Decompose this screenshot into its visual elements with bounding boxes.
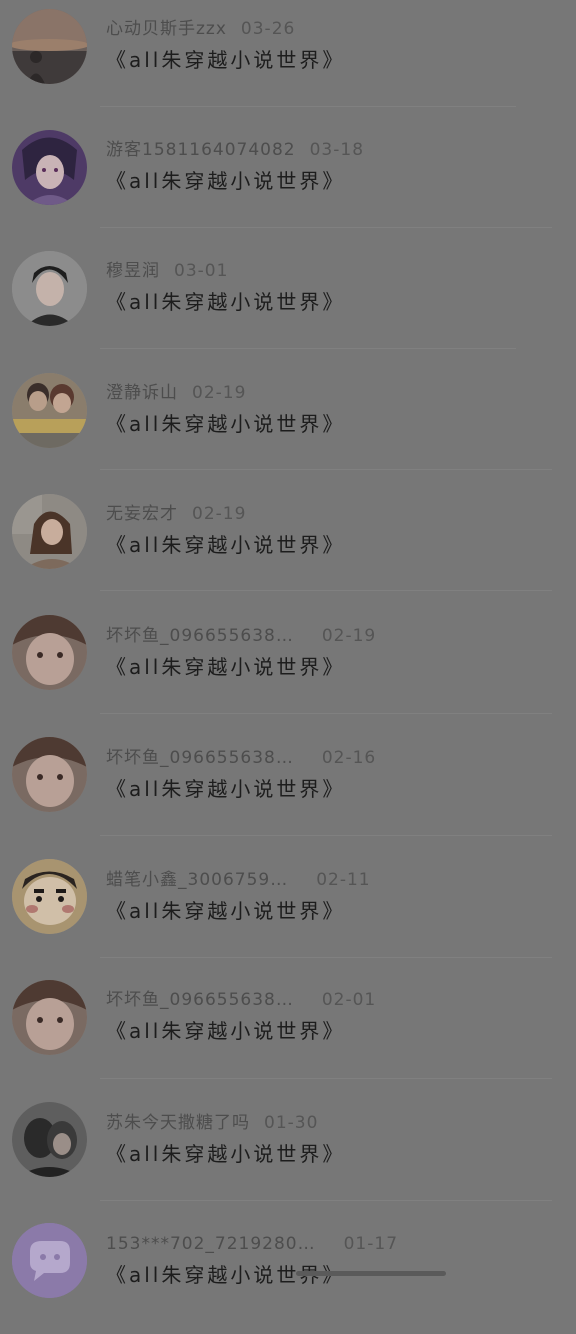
girl-portrait-avatar[interactable] [12,494,87,569]
girl-selfie-avatar[interactable] [12,615,87,690]
home-indicator[interactable] [296,1271,446,1276]
comment-meta: 蜡笔小鑫_3006759… 02-11 [106,865,371,895]
divider [100,469,552,470]
divider [100,713,552,714]
comment-date: 03-01 [174,261,229,281]
list-item[interactable]: 澄静诉山 02-19 《all朱穿越小说世界》 [0,363,576,484]
divider [100,835,552,836]
divider [100,590,552,591]
comment-title[interactable]: 《all朱穿越小说世界》 [106,284,345,320]
comment-meta: 坏坏鱼_096655638… 02-19 [106,621,376,651]
list-item[interactable]: 无妄宏才 02-19 《all朱穿越小说世界》 [0,484,576,605]
list-item[interactable]: 蜡笔小鑫_3006759… 02-11 《all朱穿越小说世界》 [0,849,576,970]
comment-meta: 坏坏鱼_096655638… 02-01 [106,985,376,1015]
comment-date: 03-26 [240,19,296,39]
list-item[interactable]: 游客1581164074082 03-18 《all朱穿越小说世界》 [0,121,576,242]
list-item[interactable]: 穆昱润 03-01 《all朱穿越小说世界》 [0,242,576,363]
crayon-shinchan-avatar[interactable] [12,859,87,934]
comment-title[interactable]: 《all朱穿越小说世界》 [106,893,345,929]
girl-selfie-avatar[interactable] [12,737,87,812]
list-item[interactable]: 心动贝斯手zzx 03-26 《all朱穿越小说世界》 [0,0,576,121]
comment-title[interactable]: 《all朱穿越小说世界》 [106,1013,345,1049]
anime-character-avatar[interactable] [12,130,87,205]
divider [100,106,516,107]
comment-date: 02-16 [321,748,377,768]
username[interactable]: 苏朱今天撒糖了吗 [106,1113,250,1133]
username[interactable]: 坏坏鱼_096655638… [106,748,294,768]
comment-title[interactable]: 《all朱穿越小说世界》 [106,527,345,563]
comment-date: 01-30 [264,1113,319,1133]
comment-date: 01-17 [343,1234,399,1254]
comment-date: 02-11 [316,870,371,890]
list-item[interactable]: 苏朱今天撒糖了吗 01-30 《all朱穿越小说世界》 [0,1092,576,1213]
username[interactable]: 无妄宏才 [106,504,178,524]
username[interactable]: 穆昱润 [106,261,160,281]
divider [100,1078,552,1079]
chat-bubble-avatar[interactable] [12,1223,87,1298]
comment-meta: 153***702_7219280… 01-17 [106,1229,398,1259]
comment-title[interactable]: 《all朱穿越小说世界》 [106,771,345,807]
comment-title[interactable]: 《all朱穿越小说世界》 [106,1136,345,1172]
comment-title[interactable]: 《all朱穿越小说世界》 [106,163,345,199]
comment-meta: 游客1581164074082 03-18 [106,135,364,165]
username[interactable]: 游客1581164074082 [106,140,296,160]
couple-silhouette-avatar[interactable] [12,1102,87,1177]
comment-date: 02-19 [192,504,247,524]
comment-date: 02-19 [321,626,377,646]
comment-title[interactable]: 《all朱穿越小说世界》 [106,649,345,685]
username[interactable]: 坏坏鱼_096655638… [106,626,294,646]
boy-portrait-avatar[interactable] [12,251,87,326]
girl-selfie-avatar[interactable] [12,980,87,1055]
username[interactable]: 心动贝斯手zzx [106,19,227,39]
comment-meta: 澄静诉山 02-19 [106,378,246,408]
username[interactable]: 坏坏鱼_096655638… [106,990,294,1010]
list-item[interactable]: 坏坏鱼_096655638… 02-19 《all朱穿越小说世界》 [0,605,576,726]
divider [100,348,516,349]
divider [100,227,552,228]
comment-date: 02-19 [192,383,247,403]
comment-meta: 无妄宏才 02-19 [106,499,246,529]
comment-date: 02-01 [321,990,377,1010]
username[interactable]: 澄静诉山 [106,383,178,403]
divider [100,1200,552,1201]
sunset-portrait-avatar[interactable] [12,9,87,84]
list-item[interactable]: 153***702_7219280… 01-17 《all朱穿越小说世界》 [0,1213,576,1334]
comment-title[interactable]: 《all朱穿越小说世界》 [106,42,345,78]
comment-meta: 穆昱润 03-01 [106,256,228,286]
divider [100,957,552,958]
username[interactable]: 蜡笔小鑫_3006759… [106,870,288,890]
list-item[interactable]: 坏坏鱼_096655638… 02-16 《all朱穿越小说世界》 [0,727,576,848]
couple-photo-avatar[interactable] [12,373,87,448]
list-item[interactable]: 坏坏鱼_096655638… 02-01 《all朱穿越小说世界》 [0,970,576,1091]
comment-title[interactable]: 《all朱穿越小说世界》 [106,406,345,442]
comment-date: 03-18 [309,140,365,160]
username[interactable]: 153***702_7219280… [106,1234,316,1254]
comment-meta: 坏坏鱼_096655638… 02-16 [106,743,376,773]
comment-meta: 心动贝斯手zzx 03-26 [106,14,295,44]
comment-meta: 苏朱今天撒糖了吗 01-30 [106,1108,318,1138]
